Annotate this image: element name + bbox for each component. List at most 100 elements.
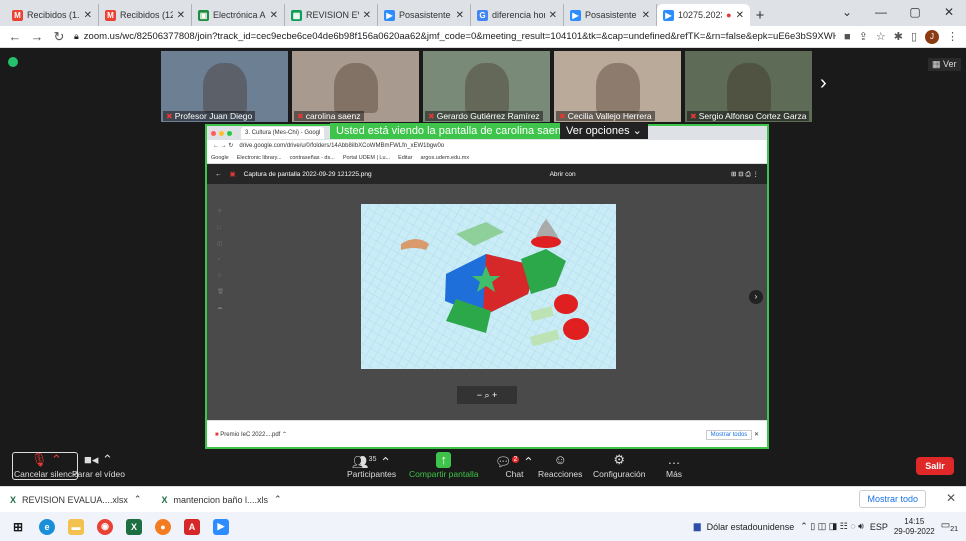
excel-icon[interactable]: X xyxy=(126,518,142,535)
participant-thumbnail[interactable]: ✖ Profesor Juan Diego xyxy=(160,50,289,123)
stop-video-button[interactable]: ■◂ ⌃ Parar el vídeo xyxy=(72,452,125,479)
muted-mic-icon: ✖ xyxy=(690,112,697,121)
participants-label: Participantes xyxy=(347,469,397,479)
shared-show-all: Mostrar todos ✕ xyxy=(705,429,759,440)
app-icon[interactable]: ● xyxy=(155,518,171,535)
close-window-button[interactable]: ✕ xyxy=(932,0,966,24)
view-button[interactable]: ▦ Ver xyxy=(928,58,961,71)
close-tab-icon[interactable]: ✕ xyxy=(549,10,557,21)
view-icon: ▦ xyxy=(932,59,944,69)
shared-image-file-icon: ▣ xyxy=(229,171,236,178)
view-label: Ver xyxy=(943,59,957,69)
sidepanel-icon[interactable]: ▯ xyxy=(911,30,917,43)
tray-icons[interactable]: ⌃ ▯ ◫ ◨ ☷ ◌ 🔊︎ xyxy=(800,521,864,532)
participants-button[interactable]: 👥︎35 ⌃ Participantes xyxy=(347,452,396,479)
file-explorer-icon[interactable]: ▬ xyxy=(68,518,84,535)
download-item[interactable]: Xmantencion baño l....xls ⌃ xyxy=(161,494,281,505)
maximize-button[interactable]: ▢ xyxy=(898,0,932,24)
chrome-icon[interactable]: ◉ xyxy=(97,518,113,535)
browser-tab[interactable]: ▶ 10275.20231 ● ✕ xyxy=(657,4,750,26)
new-tab-button[interactable]: + xyxy=(750,4,770,26)
show-all-downloads-button[interactable]: Mostrar todo xyxy=(859,490,926,508)
participant-thumbnail[interactable]: ✖ Cecilia Vallejo Herrera xyxy=(553,50,682,123)
camera-icon[interactable]: ■ xyxy=(844,31,851,43)
reactions-button[interactable]: ☺ Reacciones xyxy=(538,452,582,479)
share-screen-icon: ↑ xyxy=(436,452,451,468)
download-item-name: REVISION EVALUA....xlsx xyxy=(22,494,128,505)
browser-tab-strip: M Recibidos (1.550) ✕ M Recibidos (12.981 ✕ ▣ E… xyxy=(0,0,966,26)
back-button[interactable]: ← xyxy=(8,29,22,44)
menu-kebab-icon[interactable]: ⋮ xyxy=(947,30,958,43)
close-tab-icon[interactable]: ✕ xyxy=(84,10,92,21)
language-indicator[interactable]: ESP xyxy=(870,522,888,532)
browser-tab-label: Recibidos (1.550) xyxy=(27,10,80,20)
extensions-icon[interactable]: ✱ xyxy=(894,30,903,43)
profile-avatar[interactable]: J xyxy=(925,29,939,44)
notifications-icon[interactable]: ▭21 xyxy=(941,520,958,533)
shared-bookmark: contraseñas - ds... xyxy=(289,155,335,161)
shared-bookmark: Google xyxy=(211,155,229,161)
participant-thumbnail[interactable]: ✖ carolina saenz xyxy=(291,50,420,123)
participant-name: ✖ Gerardo Gutiérrez Ramírez xyxy=(425,111,543,121)
view-options-label: Ver opciones xyxy=(566,125,630,137)
participant-video xyxy=(727,63,771,113)
muted-mic-icon: ✖ xyxy=(559,112,566,121)
participant-video xyxy=(596,63,640,113)
gmail-icon: M xyxy=(12,9,23,21)
participant-name: ✖ Profesor Juan Diego xyxy=(163,111,256,121)
share-screen-button[interactable]: ↑ Compartir pantalla xyxy=(409,452,478,479)
browser-tab[interactable]: ▶ Posasistente - Zo ✕ xyxy=(564,4,657,26)
forward-button[interactable]: → xyxy=(30,29,44,44)
shared-max-dot xyxy=(227,130,232,136)
reload-button[interactable]: ↻ xyxy=(52,29,66,45)
browser-tab[interactable]: Gdiferencia horari ✕ xyxy=(471,4,564,26)
unmute-button[interactable]: 🎙︎ ⌃ Cancelar silencio xyxy=(14,452,79,479)
close-tab-icon[interactable]: ✕ xyxy=(363,10,371,21)
share-icon[interactable]: ⇪ xyxy=(859,30,868,43)
bookmark-star-icon[interactable]: ☆ xyxy=(876,30,886,43)
chevron-up-icon[interactable]: ⌃ xyxy=(134,494,142,505)
more-button[interactable]: … Más xyxy=(666,452,682,479)
shared-tab: 3. Cultura (Mes-Chi) - Googl xyxy=(241,127,325,139)
browser-tab-label: Recibidos (12.981 xyxy=(120,10,173,20)
browser-tab[interactable]: ▶ Posasistente - Zo ✕ xyxy=(378,4,471,26)
browser-tab[interactable]: M Recibidos (12.981 ✕ xyxy=(99,4,192,26)
tab-search-icon[interactable]: ⌄ xyxy=(830,0,864,24)
close-tab-icon[interactable]: ✕ xyxy=(736,10,744,21)
close-tab-icon[interactable]: ✕ xyxy=(270,10,278,21)
settings-label: Configuración xyxy=(593,469,646,479)
stop-video-label: Parar el vídeo xyxy=(72,469,125,479)
shared-screenshot-image xyxy=(361,204,616,369)
settings-button[interactable]: ⚙ Configuración xyxy=(593,452,645,479)
url-text: zoom.us/wc/82506377808/join?track_id=cec… xyxy=(83,31,836,42)
close-tab-icon[interactable]: ✕ xyxy=(456,10,464,21)
close-tab-icon[interactable]: ✕ xyxy=(177,10,185,21)
browser-tab-label: Posasistente - Zo xyxy=(399,10,452,20)
view-options-button[interactable]: Ver opciones ⌄ xyxy=(560,123,648,139)
chat-button[interactable]: 💬︎ 2 ⌃ Chat xyxy=(495,452,534,479)
participant-video xyxy=(465,63,509,113)
windows-start-icon[interactable]: ⊞ xyxy=(10,519,26,535)
zoom-app-icon[interactable]: ▶ xyxy=(213,518,229,535)
minimize-button[interactable]: — xyxy=(864,0,898,24)
more-label: Más xyxy=(666,469,683,479)
keyboard-layout[interactable]: Dólar estadounidense xyxy=(707,522,795,532)
next-thumbnails-chevron-icon[interactable]: › xyxy=(820,72,827,95)
browser-tab[interactable]: M Recibidos (1.550) ✕ xyxy=(6,4,99,26)
browser-tab[interactable]: ▦ REVISION EVALU ✕ xyxy=(285,4,378,26)
security-shield-icon[interactable] xyxy=(8,57,18,67)
leave-button[interactable]: Salir xyxy=(916,457,954,475)
acrobat-icon[interactable]: A xyxy=(184,518,200,535)
shared-download-bar: ■ Premio IeC 2022....pdf ⌃ Mostrar todos… xyxy=(207,420,767,447)
download-item[interactable]: X REVISION EVALUA....xlsx ⌃ xyxy=(10,494,141,505)
browser-tab[interactable]: ▣ Electrónica Analó ✕ xyxy=(192,4,285,26)
close-tab-icon[interactable]: ✕ xyxy=(642,10,650,21)
close-downloads-icon[interactable]: ✕ xyxy=(946,491,956,505)
chevron-up-icon[interactable]: ⌃ xyxy=(274,494,282,505)
clock[interactable]: 14:15 29-09-2022 xyxy=(894,517,935,537)
participant-thumbnail[interactable]: ✖ Gerardo Gutiérrez Ramírez xyxy=(422,50,551,123)
edge-icon[interactable]: e xyxy=(39,518,55,535)
smiley-icon: ☺ xyxy=(553,452,567,467)
address-bar[interactable]: 🔒︎ zoom.us/wc/82506377808/join?track_id=… xyxy=(74,29,836,45)
participant-thumbnail[interactable]: ✖ Sergio Alfonso Cortez Garza xyxy=(684,50,813,123)
